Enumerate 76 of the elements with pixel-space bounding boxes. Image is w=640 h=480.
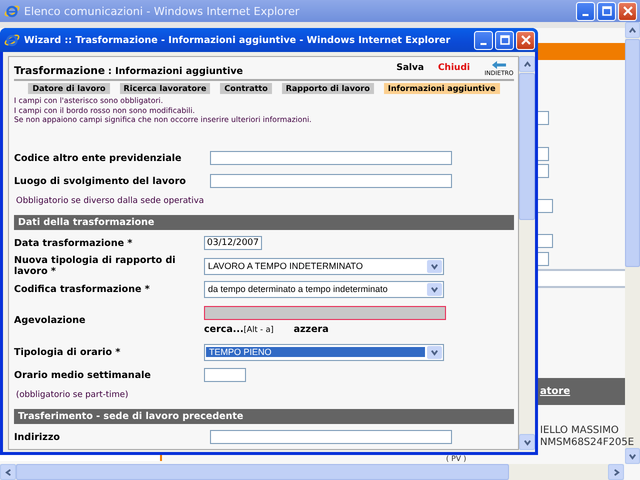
scroll-thumb[interactable] bbox=[519, 73, 535, 220]
field-label: Codice altro ente previdenziale bbox=[14, 152, 182, 164]
field-label: Data trasformazione * bbox=[14, 238, 134, 248]
step-tab[interactable]: Rapporto di lavoro bbox=[282, 83, 374, 94]
minimize-button[interactable] bbox=[474, 30, 493, 50]
step-tab[interactable]: Informazioni aggiuntive bbox=[384, 83, 500, 94]
window-title: Wizard :: Trasformazione - Informazioni aggiuntive - Windows Internet Explorer bbox=[24, 34, 452, 46]
chevron-down-icon bbox=[522, 438, 532, 446]
input-field[interactable] bbox=[204, 368, 246, 382]
scroll-right-button[interactable] bbox=[608, 464, 624, 480]
scroll-left-button[interactable] bbox=[0, 464, 16, 480]
worker-code: NMSM68S24F205E bbox=[540, 437, 634, 449]
dropdown[interactable]: LAVORO A TEMPO INDETERMINATO bbox=[204, 258, 444, 274]
scroll-thumb[interactable] bbox=[16, 464, 510, 480]
browser-icon bbox=[4, 3, 20, 19]
save-link[interactable]: Salva bbox=[396, 63, 424, 73]
input-field[interactable] bbox=[210, 151, 452, 165]
column-header-link[interactable]: atore bbox=[540, 386, 570, 397]
shortcut-hint: [Alt - a] bbox=[244, 325, 274, 334]
step-tab[interactable]: Contratto bbox=[220, 83, 272, 94]
field-label: Luogo di svolgimento del lavoro bbox=[14, 176, 186, 186]
scrollbar[interactable] bbox=[0, 464, 624, 480]
window-title: Elenco comunicazioni - Windows Internet Explorer bbox=[24, 4, 300, 18]
minimize-icon bbox=[480, 43, 487, 45]
maximize-icon bbox=[602, 6, 612, 16]
step-tab[interactable]: Datore di lavoro bbox=[28, 83, 110, 94]
scroll-down-button[interactable] bbox=[625, 448, 640, 464]
input-field[interactable]: 03/12/2007 bbox=[204, 236, 262, 250]
maximize-button[interactable] bbox=[597, 2, 616, 20]
page-title: Trasformazione bbox=[14, 64, 106, 76]
field-label: Agevolazione bbox=[14, 315, 87, 326]
input-field[interactable] bbox=[538, 164, 549, 178]
chevron-right-icon bbox=[612, 468, 620, 476]
minimize-icon bbox=[582, 14, 589, 16]
chevron-left-icon bbox=[4, 468, 12, 476]
minimize-button[interactable] bbox=[576, 2, 595, 20]
scroll-up-button[interactable] bbox=[625, 22, 640, 38]
page-subtitle: : Informazioni aggiuntive bbox=[108, 66, 243, 76]
step-tab[interactable]: Ricerca lavoratore bbox=[120, 83, 210, 94]
input-field[interactable] bbox=[210, 430, 452, 444]
scroll-thumb[interactable] bbox=[625, 39, 640, 266]
scroll-up-button[interactable] bbox=[519, 56, 535, 72]
browser-icon bbox=[4, 32, 20, 48]
arrow-left-icon bbox=[491, 60, 507, 70]
input-field[interactable] bbox=[538, 147, 549, 161]
field-label: Tipologia di orario * bbox=[14, 346, 122, 358]
field-label: Codifica trasformazione * bbox=[14, 284, 151, 294]
chevron-up-icon bbox=[522, 60, 532, 68]
input-field[interactable] bbox=[210, 174, 452, 188]
field-label: Orario medio settimanale bbox=[14, 370, 152, 380]
worker-name: IELLO MASSIMO bbox=[540, 425, 620, 437]
input-field[interactable] bbox=[538, 234, 553, 248]
input-field[interactable] bbox=[538, 252, 549, 266]
maximize-icon bbox=[500, 35, 510, 45]
search-link[interactable]: cerca... bbox=[204, 324, 244, 335]
close-button[interactable] bbox=[618, 2, 637, 20]
field-label: Nuova tipologia di rapporto di lavoro * bbox=[14, 255, 177, 277]
clear-link[interactable]: azzera bbox=[294, 324, 329, 335]
close-button[interactable] bbox=[516, 30, 535, 50]
section-header: Trasferimento - sede di lavoro precedente bbox=[14, 408, 514, 424]
scrollbar[interactable] bbox=[519, 56, 535, 450]
maximize-button[interactable] bbox=[495, 30, 514, 50]
hint-text: (obbligatorio se part-time) bbox=[15, 388, 130, 402]
close-icon bbox=[520, 35, 530, 45]
chevron-up-icon bbox=[628, 26, 637, 34]
input-field[interactable] bbox=[538, 111, 549, 125]
section-header: Dati della trasformazione bbox=[14, 214, 514, 230]
chevron-down-icon bbox=[628, 452, 637, 460]
dropdown[interactable]: da tempo determinato a tempo indeterminato bbox=[204, 280, 444, 298]
hint-text: Obbligatorio se diverso dalla sede operativa bbox=[15, 194, 205, 208]
field-label: Indirizzo bbox=[14, 432, 61, 442]
close-icon bbox=[622, 6, 632, 16]
scroll-down-button[interactable] bbox=[519, 434, 535, 450]
dropdown[interactable]: TEMPO PIENO bbox=[204, 344, 444, 360]
input-field[interactable] bbox=[538, 199, 553, 213]
close-link[interactable]: Chiudi bbox=[438, 63, 470, 73]
